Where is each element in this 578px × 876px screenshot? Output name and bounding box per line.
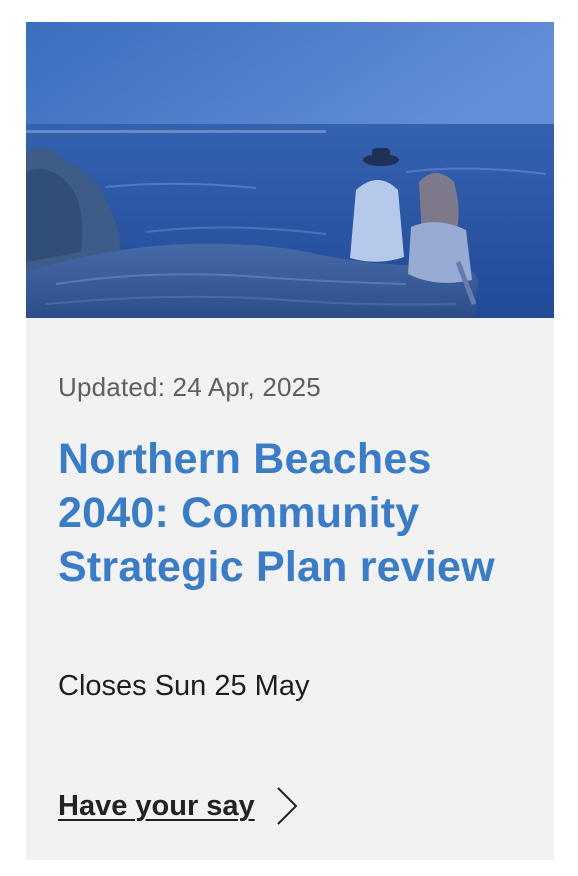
have-your-say-link[interactable]: Have your say (58, 786, 299, 826)
cta-label: Have your say (58, 789, 255, 822)
consultation-card[interactable]: Updated: 24 Apr, 2025 Northern Beaches 2… (26, 22, 554, 860)
updated-date: Updated: 24 Apr, 2025 (58, 372, 321, 402)
closing-date: Closes Sun 25 May (58, 670, 310, 702)
hero-image (26, 22, 554, 318)
card-title[interactable]: Northern Beaches 2040: Community Strateg… (58, 432, 518, 594)
chevron-right-icon (275, 786, 299, 826)
